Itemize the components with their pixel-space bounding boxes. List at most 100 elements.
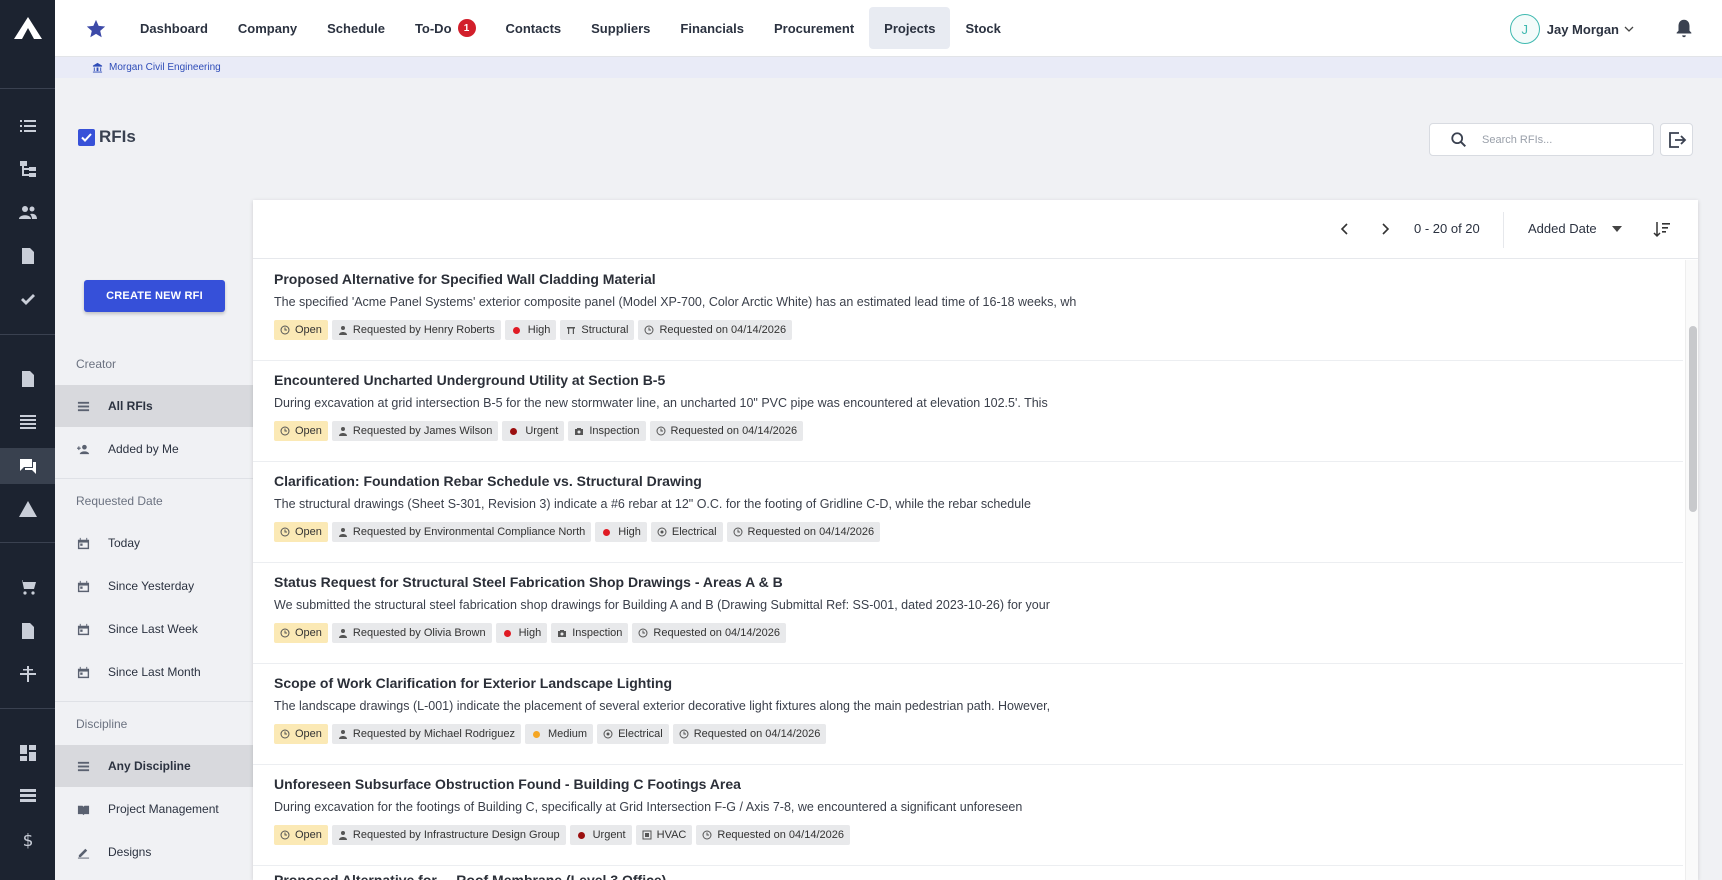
rail-document-icon[interactable] bbox=[0, 238, 55, 274]
chevron-right-icon[interactable] bbox=[1376, 220, 1394, 238]
rail-rfi-chat-icon[interactable] bbox=[0, 448, 55, 484]
svg-text:$: $ bbox=[22, 831, 33, 850]
list-item[interactable]: Status Request for Structural Steel Fabr… bbox=[253, 563, 1683, 664]
list-item[interactable]: Unforeseen Subsurface Obstruction Found … bbox=[253, 765, 1683, 866]
building-icon bbox=[92, 62, 103, 73]
requester-chip: Requested by Michael Rodriguez bbox=[331, 724, 521, 744]
nav-company[interactable]: Company bbox=[223, 7, 312, 49]
rail-dashboard-icon[interactable] bbox=[0, 735, 55, 771]
rfi-list-panel: 0 - 20 of 20 Added Date Proposed Alterna… bbox=[253, 200, 1698, 880]
filter-since-last-month[interactable]: Since Last Month bbox=[55, 651, 253, 693]
nav-schedule[interactable]: Schedule bbox=[312, 7, 400, 49]
filter-label: Since Last Week bbox=[108, 622, 198, 636]
nav-label: Schedule bbox=[327, 20, 385, 36]
requester-chip: Requested by James Wilson bbox=[331, 421, 499, 441]
list-scrollbar[interactable] bbox=[1685, 260, 1698, 880]
list-icon bbox=[77, 761, 90, 771]
person-icon bbox=[338, 326, 347, 335]
filter-all-rfis[interactable]: All RFIs bbox=[55, 385, 253, 427]
rail-adjust-icon[interactable] bbox=[0, 656, 55, 692]
filter-since-last-week[interactable]: Since Last Week bbox=[55, 608, 253, 650]
list-item[interactable]: Encountered Uncharted Underground Utilit… bbox=[253, 361, 1683, 462]
nav-projects[interactable]: Projects bbox=[869, 7, 951, 49]
list-item[interactable]: Scope of Work Clarification for Exterior… bbox=[253, 664, 1683, 765]
sort-select[interactable]: Added Date bbox=[1528, 221, 1623, 236]
person-icon bbox=[338, 730, 347, 739]
date-chip: Requested on 04/14/2026 bbox=[672, 724, 827, 744]
rail-people-icon[interactable] bbox=[0, 195, 55, 231]
nav-financials[interactable]: Financials bbox=[665, 7, 759, 49]
requester-chip: Requested by Environmental Compliance No… bbox=[331, 522, 592, 542]
rail-invoice-icon[interactable] bbox=[0, 613, 55, 649]
search-icon bbox=[1451, 131, 1467, 147]
rail-list-detail-icon[interactable] bbox=[0, 778, 55, 814]
rail-list-icon[interactable] bbox=[0, 108, 55, 144]
person-icon bbox=[338, 629, 347, 638]
main-nav: Dashboard Company Schedule To-Do 1 Contac… bbox=[125, 7, 1016, 49]
status-text: Open bbox=[295, 728, 322, 740]
list-item[interactable]: Proposed Alternative for Specified Wall … bbox=[253, 260, 1683, 361]
camera-icon bbox=[575, 428, 584, 435]
nav-contacts[interactable]: Contacts bbox=[491, 7, 577, 49]
priority-chip: Medium bbox=[524, 724, 594, 744]
priority-dot bbox=[512, 326, 520, 334]
camera-icon bbox=[558, 630, 567, 637]
discipline-chip: Structural bbox=[560, 320, 635, 340]
priority-chip: Urgent bbox=[569, 825, 632, 845]
hvac-icon bbox=[642, 830, 652, 840]
filter-added-by-me[interactable]: Added by Me bbox=[55, 428, 253, 470]
filter-project-management[interactable]: Project Management bbox=[55, 788, 253, 830]
date-chip: Requested on 04/14/2026 bbox=[726, 522, 881, 542]
search-input[interactable] bbox=[1482, 133, 1642, 146]
nav-todo[interactable]: To-Do 1 bbox=[400, 7, 491, 49]
rail-divider bbox=[0, 334, 55, 335]
nav-procurement[interactable]: Procurement bbox=[759, 7, 869, 49]
notifications-bell-icon[interactable] bbox=[1673, 17, 1695, 39]
rail-check-icon[interactable] bbox=[0, 282, 55, 318]
priority-text: Urgent bbox=[525, 425, 559, 437]
date-chip: Requested on 04/14/2026 bbox=[696, 825, 850, 845]
requester-text: Requested by Infrastructure Design Group bbox=[352, 829, 560, 841]
rfi-title-partial[interactable]: Proposed Alternative for ... Roof Membra… bbox=[274, 872, 666, 880]
filter-label: Added by Me bbox=[108, 442, 179, 456]
rail-hierarchy-icon[interactable] bbox=[0, 151, 55, 187]
app-logo[interactable] bbox=[0, 0, 55, 56]
nav-dashboard[interactable]: Dashboard bbox=[125, 7, 223, 49]
chevron-left-icon[interactable] bbox=[1336, 220, 1354, 238]
list-item[interactable]: Clarification: Foundation Rebar Schedule… bbox=[253, 462, 1683, 563]
book-icon bbox=[77, 805, 90, 815]
plug-icon bbox=[603, 729, 613, 739]
filter-any-discipline[interactable]: Any Discipline bbox=[55, 745, 253, 787]
rfi-description: We submitted the structural steel fabric… bbox=[274, 598, 1050, 612]
priority-dot bbox=[510, 427, 518, 435]
nav-suppliers[interactable]: Suppliers bbox=[576, 7, 665, 49]
create-rfi-button[interactable]: CREATE NEW RFI bbox=[84, 280, 225, 312]
filter-label: Since Last Month bbox=[108, 665, 201, 679]
calendar-icon bbox=[77, 623, 90, 635]
pagination-range: 0 - 20 of 20 bbox=[1414, 221, 1480, 236]
clock-icon bbox=[679, 729, 689, 739]
sort-direction-icon[interactable] bbox=[1652, 219, 1672, 239]
user-menu[interactable]: J Jay Morgan bbox=[1509, 14, 1634, 44]
pencil-icon bbox=[77, 848, 90, 859]
favorites-star-icon[interactable] bbox=[85, 18, 107, 40]
search-box[interactable] bbox=[1429, 123, 1654, 156]
requester-text: Requested by James Wilson bbox=[352, 425, 493, 437]
rail-dollar-icon[interactable]: $ bbox=[0, 822, 55, 858]
filter-since-yesterday[interactable]: Since Yesterday bbox=[55, 565, 253, 607]
logo-icon bbox=[13, 17, 42, 39]
scrollbar-thumb[interactable] bbox=[1689, 326, 1697, 512]
breadcrumb[interactable]: Morgan Civil Engineering bbox=[55, 57, 1722, 78]
filter-designs[interactable]: Designs bbox=[55, 831, 253, 873]
filter-heading-requested-date: Requested Date bbox=[76, 494, 163, 508]
filter-label: Today bbox=[108, 536, 141, 550]
rfi-title: Proposed Alternative for Specified Wall … bbox=[274, 271, 656, 287]
rail-warning-icon[interactable] bbox=[0, 491, 55, 527]
rail-file-icon[interactable] bbox=[0, 361, 55, 397]
export-button[interactable] bbox=[1660, 123, 1693, 156]
nav-stock[interactable]: Stock bbox=[950, 7, 1015, 49]
rail-cart-icon[interactable] bbox=[0, 569, 55, 605]
filter-today[interactable]: Today bbox=[55, 522, 253, 564]
rail-table-icon[interactable] bbox=[0, 404, 55, 440]
rfi-description: The landscape drawings (L-001) indicate … bbox=[274, 699, 1051, 713]
